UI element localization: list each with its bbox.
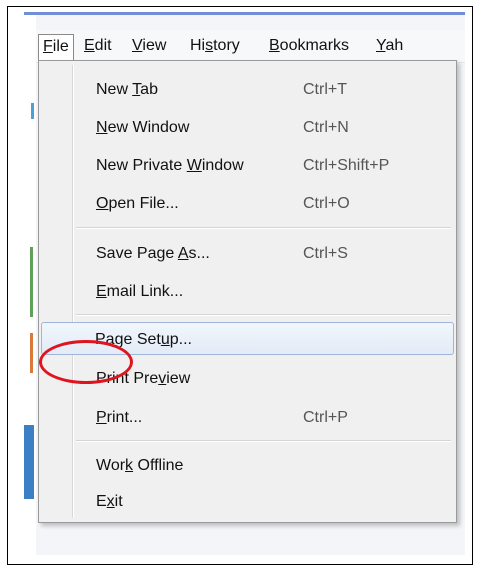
menu-item-shortcut: Ctrl+T <box>303 81 347 98</box>
menu-item-shortcut: Ctrl+O <box>303 195 350 212</box>
page-content-fragment <box>30 333 33 373</box>
menu-item-exit[interactable]: Exit <box>41 485 454 518</box>
menu-item-open-file[interactable]: Open File... Ctrl+O <box>41 187 454 220</box>
menu-item-email-link[interactable]: Email Link... <box>41 275 454 308</box>
page-content-fragment <box>31 103 34 119</box>
menu-bar: File Edit View History Bookmarks Yah <box>36 30 465 63</box>
print-annotation-circle <box>39 340 133 384</box>
menu-item-save-page-as[interactable]: Save Page As... Ctrl+S <box>41 237 454 270</box>
menu-item-label: Print... <box>96 409 143 426</box>
menubar-view[interactable]: View <box>128 34 170 58</box>
menu-separator <box>76 227 451 229</box>
menu-item-new-private-window[interactable]: New Private Window Ctrl+Shift+P <box>41 149 454 182</box>
menubar-file[interactable]: File <box>38 34 74 60</box>
menu-item-label: Email Link... <box>96 283 184 300</box>
menu-item-label: Save Page As... <box>96 245 210 262</box>
menu-item-shortcut: Ctrl+S <box>303 245 348 262</box>
menu-item-shortcut: Ctrl+Shift+P <box>303 157 390 174</box>
menubar-history[interactable]: History <box>186 34 244 58</box>
menubar-yahoo[interactable]: Yah <box>372 34 407 58</box>
menu-item-shortcut: Ctrl+P <box>303 409 348 426</box>
page-content-fragment <box>30 247 33 317</box>
menu-item-label: Open File... <box>96 195 179 212</box>
menu-item-label: New Window <box>96 119 190 136</box>
menu-separator <box>76 440 451 442</box>
menu-item-label: Work Offline <box>96 457 184 474</box>
menu-item-label: New Private Window <box>96 157 244 174</box>
menu-separator <box>76 314 451 316</box>
menu-item-print[interactable]: Print... Ctrl+P <box>41 401 454 434</box>
page-content-fragment <box>24 425 34 499</box>
menu-item-new-tab[interactable]: New Tab Ctrl+T <box>41 73 454 106</box>
menu-item-label: Exit <box>96 493 123 510</box>
menubar-bookmarks[interactable]: Bookmarks <box>265 34 353 58</box>
file-menu: New Tab Ctrl+T New Window Ctrl+N New Pri… <box>38 60 457 523</box>
menu-item-work-offline[interactable]: Work Offline <box>41 449 454 482</box>
menubar-edit[interactable]: Edit <box>80 34 116 58</box>
menu-item-new-window[interactable]: New Window Ctrl+N <box>41 111 454 144</box>
menu-item-shortcut: Ctrl+N <box>303 119 349 136</box>
menu-item-label: New Tab <box>96 81 158 98</box>
